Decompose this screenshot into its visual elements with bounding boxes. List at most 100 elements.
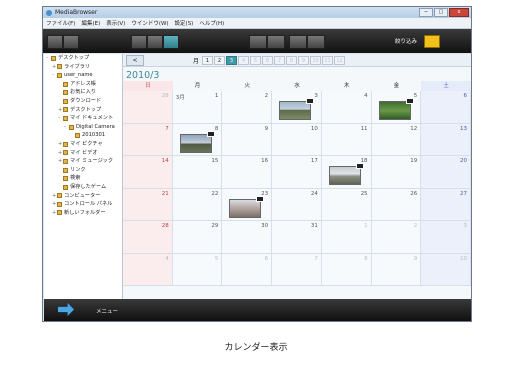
- calendar-day-cell[interactable]: 9: [222, 123, 273, 156]
- calendar-day-cell[interactable]: 6: [421, 91, 471, 124]
- tree-item[interactable]: - Digital Camera: [44, 123, 122, 132]
- view-list-button[interactable]: [147, 35, 163, 49]
- menu-window[interactable]: ウインドウ(W): [131, 19, 168, 27]
- month-tab[interactable]: 9: [298, 55, 310, 65]
- calendar-day-cell[interactable]: 20: [421, 156, 471, 189]
- calendar-day-cell[interactable]: 26: [371, 188, 422, 221]
- calendar-day-cell[interactable]: 2: [222, 91, 273, 124]
- month-tab[interactable]: 6: [262, 55, 274, 65]
- calendar-day-cell[interactable]: 22: [172, 188, 223, 221]
- tree-item[interactable]: + デスクトップ: [44, 106, 122, 115]
- tree-item[interactable]: 2010301: [44, 131, 122, 140]
- month-tab[interactable]: 7: [274, 55, 286, 65]
- expand-toggle-icon[interactable]: -: [64, 123, 68, 132]
- month-tab[interactable]: 3: [226, 55, 238, 65]
- calendar-day-cell[interactable]: 6: [222, 253, 273, 286]
- back-button[interactable]: [47, 35, 63, 49]
- calendar-day-cell[interactable]: 25: [321, 188, 372, 221]
- tree-item[interactable]: - デスクトップ: [44, 54, 122, 63]
- calendar-day-cell[interactable]: 29: [172, 221, 223, 254]
- expand-toggle-icon[interactable]: +: [58, 140, 62, 149]
- calendar-day-cell[interactable]: 30: [222, 221, 273, 254]
- calendar-day-cell[interactable]: 16: [222, 156, 273, 189]
- calendar-day-cell[interactable]: 23: [222, 188, 273, 221]
- expand-toggle-icon[interactable]: +: [52, 63, 56, 72]
- calendar-day-cell[interactable]: 8: [321, 253, 372, 286]
- calendar-day-cell[interactable]: 2: [371, 221, 422, 254]
- calendar-day-cell[interactable]: 18: [321, 156, 372, 189]
- menu-arrow-icon[interactable]: [58, 303, 74, 316]
- calendar-day-cell[interactable]: 5: [172, 253, 223, 286]
- minimize-button[interactable]: ─: [419, 8, 433, 17]
- tree-item[interactable]: + コントロール パネル: [44, 200, 122, 209]
- tree-item[interactable]: ダウンロード: [44, 97, 122, 106]
- calendar-day-cell[interactable]: 4: [123, 253, 173, 286]
- calendar-day-cell[interactable]: 5: [371, 91, 422, 124]
- tree-item[interactable]: 検索: [44, 174, 122, 183]
- month-tab[interactable]: 11: [322, 55, 334, 65]
- expand-toggle-icon[interactable]: -: [46, 54, 50, 63]
- month-tab[interactable]: 4: [238, 55, 250, 65]
- expand-toggle-icon[interactable]: -: [58, 114, 62, 123]
- calendar-day-cell[interactable]: 27: [421, 188, 471, 221]
- previous-year-button[interactable]: <: [126, 54, 144, 66]
- calendar-day-cell[interactable]: 4: [321, 91, 372, 124]
- expand-toggle-icon[interactable]: -: [52, 71, 56, 80]
- menu-view[interactable]: 表示(V): [106, 19, 125, 27]
- calendar-day-cell[interactable]: 10: [272, 123, 322, 156]
- calendar-day-cell[interactable]: 3月 1: [172, 91, 223, 124]
- calendar-day-cell[interactable]: 3: [421, 221, 471, 254]
- import-button[interactable]: [249, 35, 267, 49]
- expand-toggle-icon[interactable]: +: [52, 200, 56, 209]
- tree-item[interactable]: - user_name: [44, 71, 122, 80]
- calendar-day-cell[interactable]: 13: [421, 123, 471, 156]
- calendar-day-cell[interactable]: 1: [321, 221, 372, 254]
- menu-button-label[interactable]: メニュー: [96, 307, 118, 315]
- print-button[interactable]: [289, 35, 307, 49]
- calendar-day-cell[interactable]: 8: [172, 123, 223, 156]
- expand-toggle-icon[interactable]: +: [52, 209, 56, 218]
- month-tab[interactable]: 5: [250, 55, 262, 65]
- maximize-button[interactable]: □: [434, 8, 448, 17]
- menu-help[interactable]: ヘルプ(H): [199, 19, 224, 27]
- close-button[interactable]: x: [449, 8, 469, 17]
- calendar-day-cell[interactable]: 19: [371, 156, 422, 189]
- month-tab[interactable]: 2: [214, 55, 226, 65]
- tree-item[interactable]: - マイ ドキュメント: [44, 114, 122, 123]
- filter-icon[interactable]: [424, 35, 440, 48]
- calendar-day-cell[interactable]: 14: [123, 156, 173, 189]
- calendar-day-cell[interactable]: 7: [123, 123, 173, 156]
- calendar-day-cell[interactable]: 15: [172, 156, 223, 189]
- edit-button[interactable]: [267, 35, 285, 49]
- calendar-day-cell[interactable]: 10: [421, 253, 471, 286]
- tree-item[interactable]: + ライブラリ: [44, 63, 122, 72]
- tree-item[interactable]: + マイ ピクチャ: [44, 140, 122, 149]
- expand-toggle-icon[interactable]: +: [52, 192, 56, 201]
- menu-file[interactable]: ファイル(F): [46, 19, 75, 27]
- tree-item[interactable]: 保存したゲーム: [44, 183, 122, 192]
- month-tab[interactable]: 1: [202, 55, 214, 65]
- tree-item[interactable]: + コンピューター: [44, 192, 122, 201]
- month-tab[interactable]: 12: [334, 55, 346, 65]
- calendar-day-cell[interactable]: 17: [272, 156, 322, 189]
- calendar-day-cell[interactable]: 24: [272, 188, 322, 221]
- calendar-day-cell[interactable]: 21: [123, 188, 173, 221]
- expand-toggle-icon[interactable]: +: [58, 157, 62, 166]
- forward-button[interactable]: [63, 35, 79, 49]
- view-calendar-button[interactable]: [163, 35, 179, 49]
- menu-settings[interactable]: 設定(S): [175, 19, 194, 27]
- calendar-day-cell[interactable]: 31: [272, 221, 322, 254]
- calendar-day-cell[interactable]: 28: [123, 221, 173, 254]
- tree-item[interactable]: お気に入り: [44, 88, 122, 97]
- calendar-day-cell[interactable]: 12: [371, 123, 422, 156]
- tree-item[interactable]: リンク: [44, 166, 122, 175]
- month-tab[interactable]: 8: [286, 55, 298, 65]
- calendar-day-cell[interactable]: 28: [123, 91, 173, 124]
- calendar-day-cell[interactable]: 11: [321, 123, 372, 156]
- tree-item[interactable]: + マイ ビデオ: [44, 149, 122, 158]
- expand-toggle-icon[interactable]: +: [58, 106, 62, 115]
- calendar-day-cell[interactable]: 7: [272, 253, 322, 286]
- tree-item[interactable]: + マイ ミュージック: [44, 157, 122, 166]
- share-button[interactable]: [307, 35, 325, 49]
- expand-toggle-icon[interactable]: +: [58, 149, 62, 158]
